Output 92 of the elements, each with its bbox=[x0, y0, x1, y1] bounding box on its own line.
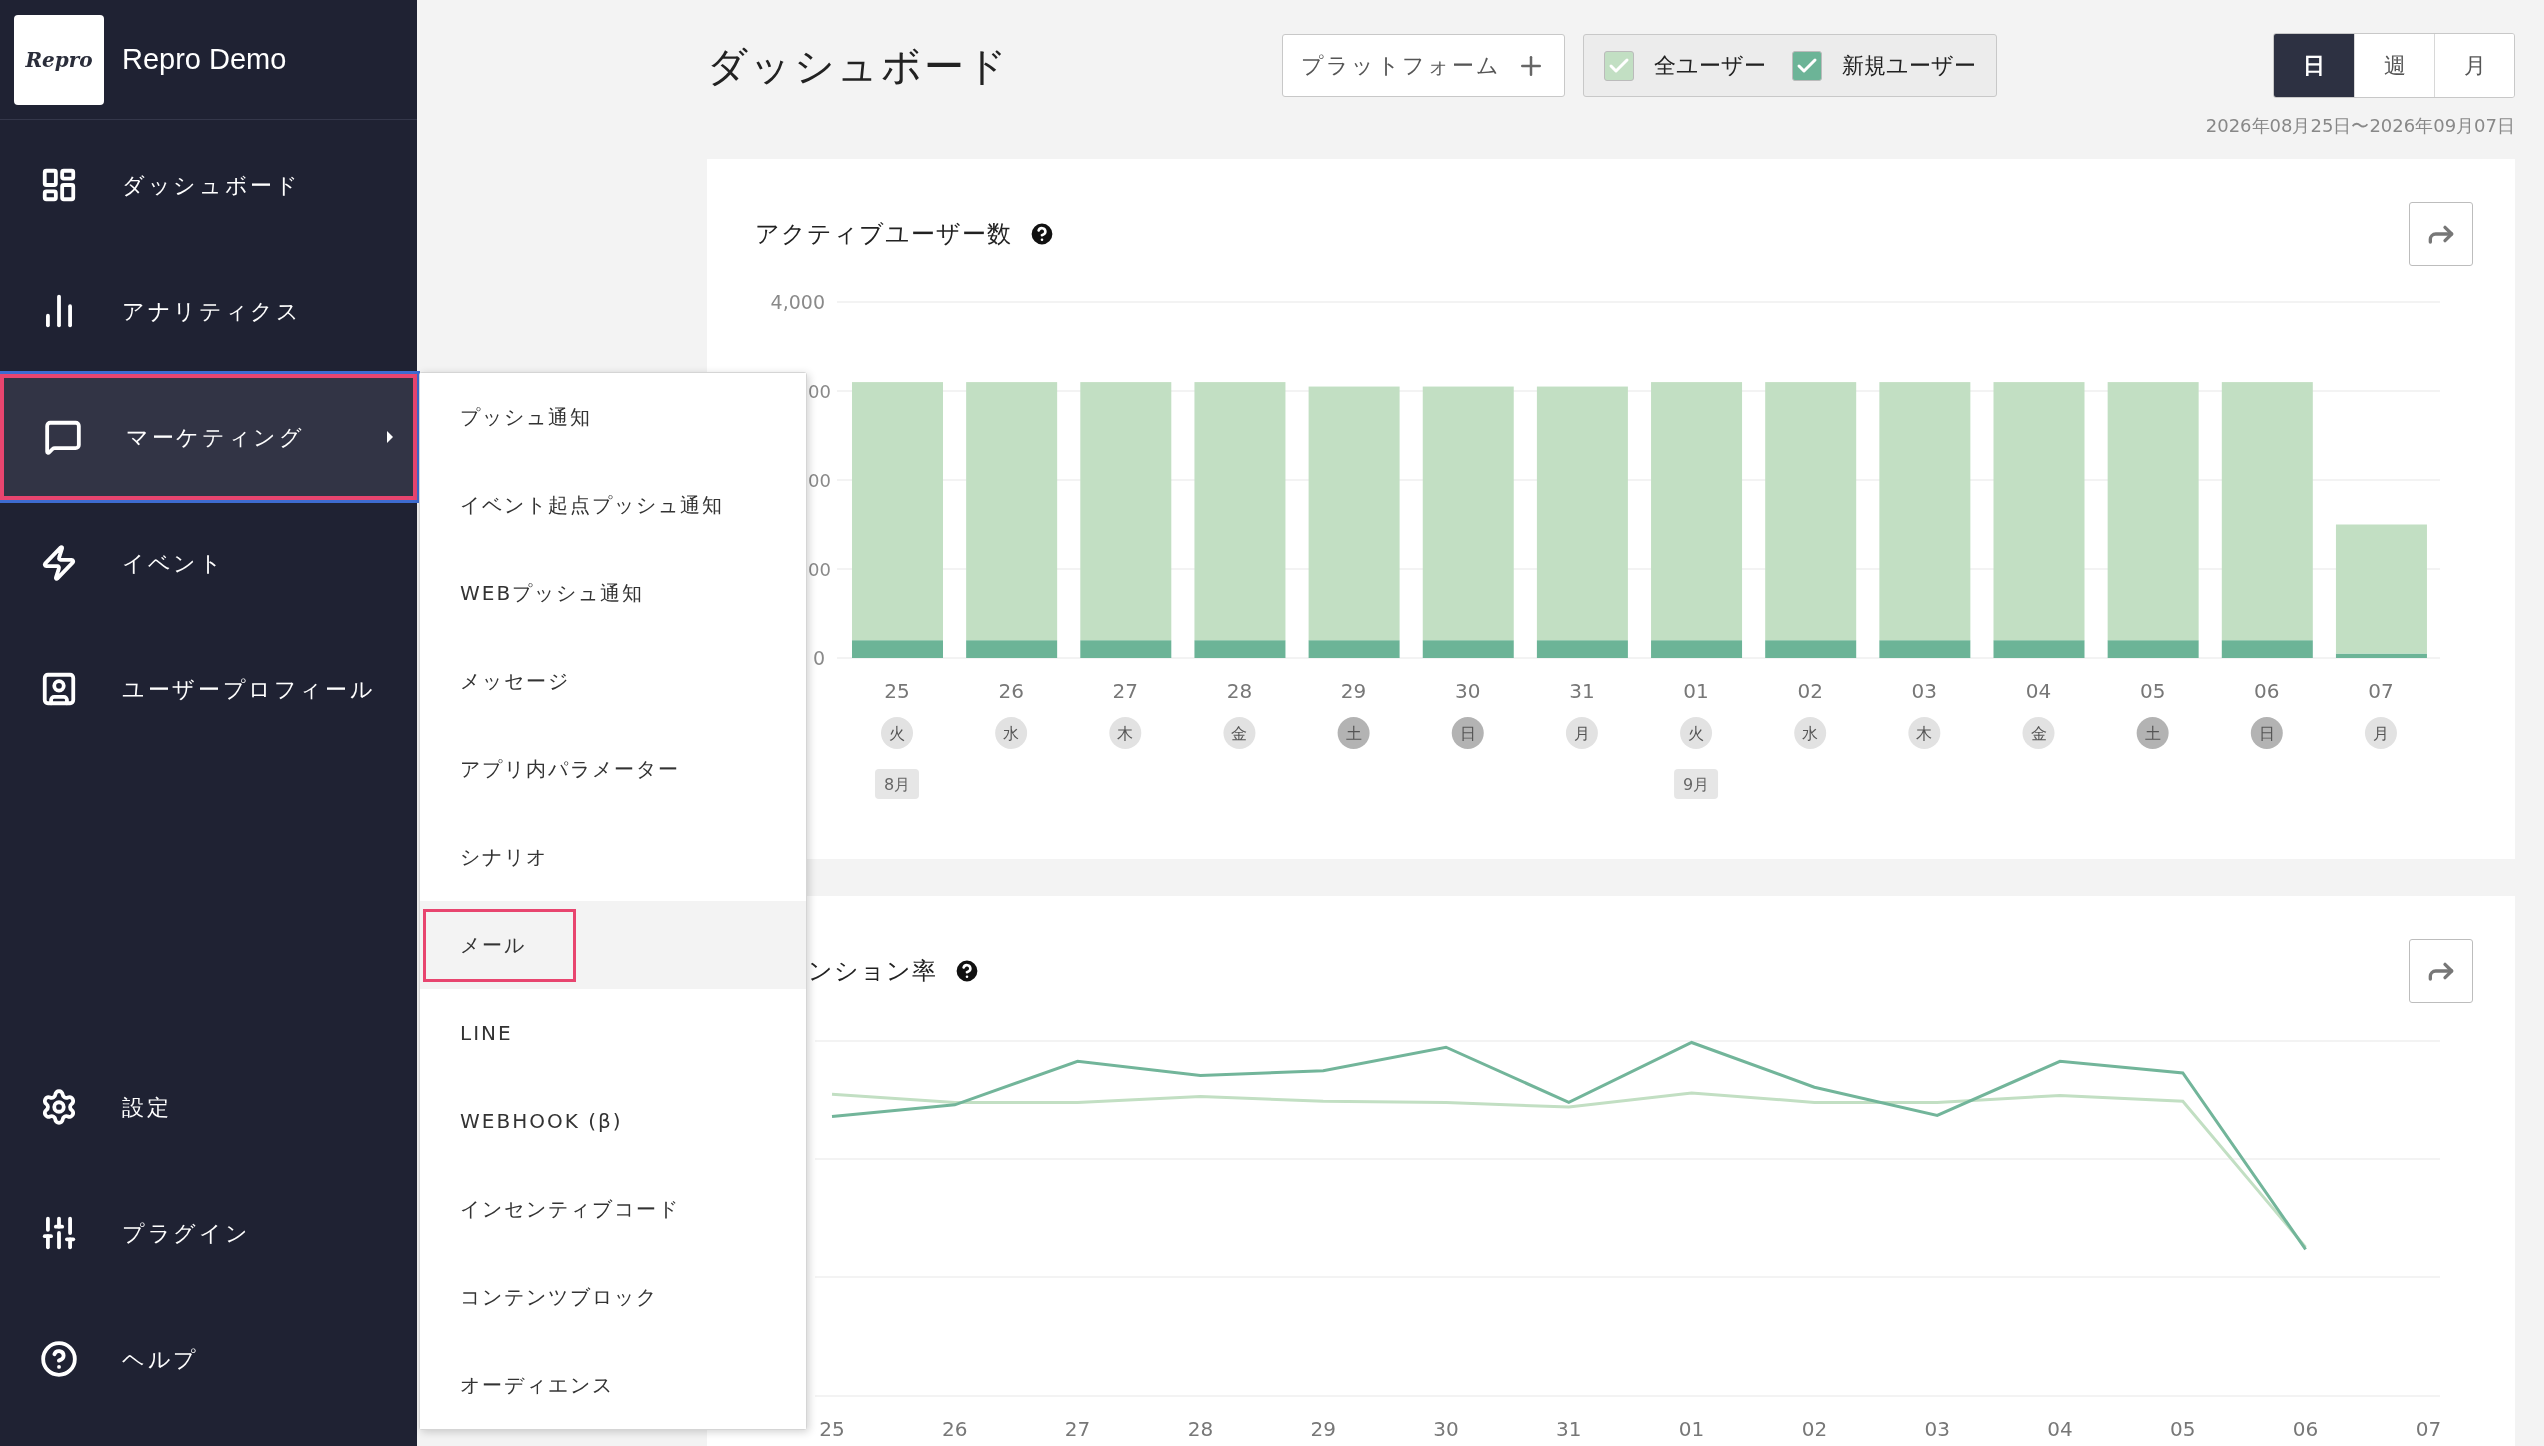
axis-tick-label: 06 bbox=[2254, 679, 2280, 703]
axis-tick-label: 04 bbox=[2047, 1417, 2073, 1441]
weekday-badge: 日 bbox=[2250, 717, 2283, 749]
axis-tick-label: 00 bbox=[808, 470, 831, 491]
weekday-badge: 月 bbox=[1565, 717, 1598, 749]
month-badge: 9月 bbox=[1674, 769, 1719, 799]
user-filter-checkbox[interactable]: 全ユーザー bbox=[1603, 49, 1766, 82]
sidebar-item[interactable]: ダッシュボード bbox=[0, 122, 417, 248]
weekday-badge: 水 bbox=[1794, 717, 1827, 749]
axis-tick-label: 01 bbox=[1678, 1417, 1705, 1441]
axis-tick-label: 30 bbox=[1433, 1417, 1459, 1441]
sidebar-item[interactable]: マーケティング bbox=[0, 374, 417, 500]
weekday-badge: 土 bbox=[1337, 717, 1370, 749]
card-title: ンション率 bbox=[808, 956, 937, 987]
weekday-badge: 土 bbox=[2136, 717, 2169, 749]
submenu-item[interactable]: WEBHOOK (β) bbox=[420, 1077, 806, 1165]
chat-bubble-icon bbox=[44, 418, 82, 456]
period-tab[interactable]: 月 bbox=[2434, 34, 2514, 97]
axis-tick-label: 4,000 bbox=[770, 291, 825, 313]
checkbox[interactable] bbox=[1791, 50, 1822, 81]
weekday-badge: 火 bbox=[881, 717, 913, 749]
axis-tick-label: 29 bbox=[1310, 1417, 1336, 1441]
axis-tick-label: 07 bbox=[2415, 1417, 2442, 1441]
month-badge: 8月 bbox=[875, 769, 919, 799]
axis-tick-label: 02 bbox=[1797, 679, 1823, 703]
logo: Repro bbox=[14, 14, 104, 105]
axis-tick-label: 03 bbox=[1911, 679, 1938, 703]
submenu-item[interactable]: WEBプッシュ通知 bbox=[420, 549, 806, 637]
platform-button[interactable]: プラットフォーム bbox=[1282, 34, 1565, 97]
axis-tick-label: 25 bbox=[819, 1417, 845, 1441]
sidebar-item[interactable]: プラグイン bbox=[0, 1170, 417, 1296]
weekday-badge: 月 bbox=[2364, 717, 2397, 749]
weekday-badge: 水 bbox=[995, 717, 1028, 749]
weekday-badge: 金 bbox=[1223, 717, 1256, 749]
weekday-badge: 木 bbox=[1109, 717, 1142, 749]
card-title: アクティブユーザー数 bbox=[755, 219, 1012, 250]
submenu-item[interactable]: プッシュ通知 bbox=[420, 373, 806, 461]
submenu-item[interactable]: シナリオ bbox=[420, 813, 806, 901]
sidebar-item[interactable]: 設定 bbox=[0, 1044, 417, 1170]
axis-tick-label: 04 bbox=[2025, 679, 2052, 703]
axis-tick-label: 30 bbox=[1455, 679, 1481, 703]
submenu-item[interactable]: オーディエンス bbox=[420, 1341, 806, 1429]
period-tab[interactable]: 週 bbox=[2354, 34, 2434, 97]
axis-tick-label: 26 bbox=[942, 1417, 968, 1441]
sidebar-item[interactable]: ユーザープロフィール bbox=[0, 626, 417, 752]
axis-tick-label: 29 bbox=[1340, 679, 1367, 703]
submenu-item[interactable]: コンテンツブロック bbox=[420, 1253, 806, 1341]
weekday-badge: 日 bbox=[1451, 717, 1484, 749]
axis-tick-label: 31 bbox=[1556, 1417, 1582, 1441]
period-tab[interactable]: 日 bbox=[2274, 34, 2354, 97]
share-button[interactable] bbox=[2409, 939, 2473, 1003]
submenu-item[interactable]: アプリ内パラメーター bbox=[420, 725, 806, 813]
submenu-item[interactable]: インセンティブコード bbox=[420, 1165, 806, 1253]
submenu-item[interactable]: メール bbox=[420, 901, 806, 989]
axis-tick-label: 0 bbox=[812, 647, 825, 669]
axis-tick-label: 05 bbox=[2170, 1417, 2196, 1441]
submenu-item[interactable]: イベント起点プッシュ通知 bbox=[420, 461, 806, 549]
weekday-badge: 木 bbox=[1908, 717, 1941, 749]
axis-tick-label: 27 bbox=[1064, 1417, 1091, 1441]
user-card-icon bbox=[40, 670, 78, 708]
weekday-badge: 金 bbox=[2022, 717, 2055, 749]
submenu-item[interactable]: LINE bbox=[420, 989, 806, 1077]
sidebar-item[interactable]: ヘルプ bbox=[0, 1296, 417, 1422]
axis-tick-label: 03 bbox=[1924, 1417, 1950, 1441]
share-button[interactable] bbox=[2409, 202, 2473, 266]
dashboard-icon bbox=[40, 166, 78, 204]
lightning-icon bbox=[40, 544, 78, 582]
date-range: 2026年08月25日〜2026年09月07日 bbox=[2205, 114, 2515, 138]
sliders-icon bbox=[40, 1214, 78, 1252]
axis-tick-label: 00 bbox=[808, 381, 831, 402]
help-icon bbox=[40, 1340, 78, 1378]
checkbox[interactable] bbox=[1603, 50, 1634, 81]
axis-tick-label: 26 bbox=[998, 679, 1024, 703]
settings-icon bbox=[40, 1088, 78, 1126]
axis-tick-label: 27 bbox=[1112, 679, 1139, 703]
sidebar-item[interactable]: イベント bbox=[0, 500, 417, 626]
axis-tick-label: 31 bbox=[1569, 679, 1595, 703]
axis-tick-label: 06 bbox=[2292, 1417, 2319, 1441]
axis-tick-label: 05 bbox=[2139, 679, 2166, 703]
app-name: Repro Demo bbox=[122, 41, 287, 77]
axis-tick-label: 01 bbox=[1683, 679, 1709, 703]
axis-tick-label: 02 bbox=[1801, 1417, 1828, 1441]
sidebar-item[interactable]: アナリティクス bbox=[0, 248, 417, 374]
submenu-item[interactable]: メッセージ bbox=[420, 637, 806, 725]
axis-tick-label: 28 bbox=[1226, 679, 1253, 703]
axis-tick-label: 25 bbox=[884, 679, 910, 703]
axis-tick-label: 00 bbox=[808, 559, 831, 580]
axis-tick-label: 28 bbox=[1187, 1417, 1214, 1441]
page-title: ダッシュボード bbox=[707, 41, 1011, 91]
axis-tick-label: 07 bbox=[2368, 679, 2394, 703]
weekday-badge: 火 bbox=[1680, 717, 1713, 749]
user-filter-checkbox[interactable]: 新規ユーザー bbox=[1791, 49, 1976, 82]
